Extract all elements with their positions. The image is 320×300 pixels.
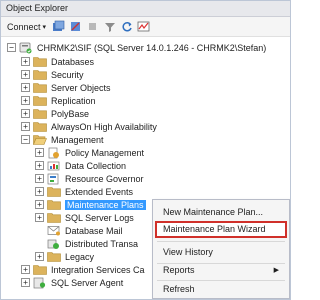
tree-label: Security [51, 69, 84, 80]
refresh-icon[interactable] [119, 19, 134, 34]
connect-button[interactable]: Connect ▾ [5, 21, 48, 33]
tree-node-sql-server-agent[interactable]: + SQL Server Agent [21, 276, 123, 289]
disconnect-icon[interactable] [68, 19, 83, 34]
folder-icon [33, 121, 47, 133]
menu-item-maintenance-plan-wizard[interactable]: Maintenance Plan Wizard [155, 221, 287, 238]
tree-label: Maintenance Plans [65, 199, 146, 210]
connect-label: Connect [7, 21, 41, 32]
tree-label: AlwaysOn High Availability [51, 121, 157, 132]
distributed-transaction-icon [47, 238, 61, 250]
toolbar: Connect ▾ [1, 17, 290, 37]
tree-label: Management [51, 134, 104, 145]
object-explorer-window: Object Explorer Connect ▾ − CHRMK2\SIF (… [0, 0, 291, 300]
tree-label: Policy Management [65, 147, 145, 158]
folder-icon [33, 264, 47, 276]
expand-toggle[interactable]: + [21, 278, 30, 287]
expand-toggle[interactable]: + [21, 57, 30, 66]
submenu-arrow-icon: ▶ [273, 267, 279, 274]
folder-icon [33, 108, 47, 120]
menu-separator [157, 241, 285, 242]
dropdown-arrow-icon: ▾ [42, 23, 47, 31]
tree-label: PolyBase [51, 108, 90, 119]
folder-icon [33, 69, 47, 81]
expand-toggle[interactable]: + [21, 265, 30, 274]
folder-icon [47, 251, 61, 263]
expand-toggle[interactable]: + [35, 252, 44, 261]
tree-label: Distributed Transa [65, 238, 139, 249]
tree-node-databases[interactable]: + Databases [21, 55, 94, 68]
tree-node-extended-events[interactable]: + Extended Events [35, 185, 133, 198]
collapse-toggle[interactable]: − [7, 43, 16, 52]
connect-object-explorer-icon[interactable] [51, 19, 66, 34]
tree-node-maintenance-plans[interactable]: + Maintenance Plans [35, 198, 146, 211]
folder-icon [33, 56, 47, 68]
tree-node-management[interactable]: − Management [21, 133, 104, 146]
tree-label: Replication [51, 95, 96, 106]
expand-toggle[interactable]: + [35, 174, 44, 183]
tree-label: Integration Services Ca [51, 264, 145, 275]
server-icon [19, 42, 33, 54]
folder-open-icon [33, 134, 47, 146]
tree-label: Database Mail [65, 225, 123, 236]
menu-item-view-history[interactable]: View History [155, 244, 287, 261]
tree-node-alwayson[interactable]: + AlwaysOn High Availability [21, 120, 157, 133]
tree-node-data-collection[interactable]: + Data Collection [35, 159, 126, 172]
tree-label: Data Collection [65, 160, 127, 171]
sql-agent-icon [33, 277, 47, 289]
folder-icon [33, 82, 47, 94]
tree-node-replication[interactable]: + Replication [21, 94, 96, 107]
tree-label: SQL Server Agent [51, 277, 124, 288]
expand-toggle[interactable]: + [21, 70, 30, 79]
folder-icon [33, 95, 47, 107]
tree-node-security[interactable]: + Security [21, 68, 84, 81]
menu-item-reports-label: Reports [163, 265, 195, 275]
tree-label: SQL Server Logs [65, 212, 134, 223]
menu-item-new-maintenance-plan[interactable]: New Maintenance Plan... [155, 204, 287, 221]
collapse-toggle[interactable]: − [21, 135, 30, 144]
expand-toggle[interactable]: + [35, 187, 44, 196]
resource-governor-icon [47, 173, 61, 185]
tree-node-sql-server-logs[interactable]: + SQL Server Logs [35, 211, 134, 224]
expand-toggle[interactable]: + [21, 109, 30, 118]
expand-toggle[interactable]: + [35, 161, 44, 170]
filter-icon[interactable] [102, 19, 117, 34]
mail-icon [47, 225, 61, 237]
policy-icon [47, 147, 61, 159]
stop-icon[interactable] [85, 19, 100, 34]
expand-toggle[interactable]: + [35, 200, 44, 209]
folder-icon [47, 186, 61, 198]
expand-toggle[interactable]: + [35, 148, 44, 157]
tree-node-distributed-transactions[interactable]: Distributed Transa [35, 237, 138, 250]
menu-item-reports[interactable]: Reports ▶ [155, 262, 287, 279]
tree-node-polybase[interactable]: + PolyBase [21, 107, 89, 120]
menu-item-refresh[interactable]: Refresh [155, 281, 287, 298]
server-label: CHRMK2\SIF (SQL Server 14.0.1.246 - CHRM… [37, 42, 267, 53]
tree-node-server[interactable]: − CHRMK2\SIF (SQL Server 14.0.1.246 - CH… [7, 41, 266, 54]
tree-node-database-mail[interactable]: Database Mail [35, 224, 123, 237]
expand-toggle[interactable]: + [21, 122, 30, 131]
activity-monitor-icon[interactable] [136, 19, 151, 34]
tree-label: Resource Governor [65, 173, 144, 184]
folder-icon [47, 212, 61, 224]
tree-node-legacy[interactable]: + Legacy [35, 250, 94, 263]
context-menu: New Maintenance Plan... Maintenance Plan… [152, 199, 290, 299]
tree-label: Server Objects [51, 82, 111, 93]
tree-label: Legacy [65, 251, 95, 262]
folder-icon [47, 199, 61, 211]
expand-toggle[interactable]: + [21, 83, 30, 92]
expand-toggle[interactable]: + [21, 96, 30, 105]
data-collection-icon [47, 160, 61, 172]
tree-node-resource-governor[interactable]: + Resource Governor [35, 172, 144, 185]
panel-title: Object Explorer [1, 1, 290, 17]
tree-label: Databases [51, 56, 95, 67]
tree-node-integration-services[interactable]: + Integration Services Ca [21, 263, 145, 276]
tree-node-server-objects[interactable]: + Server Objects [21, 81, 111, 94]
tree-label: Extended Events [65, 186, 134, 197]
tree-node-policy-management[interactable]: + Policy Management [35, 146, 144, 159]
expand-toggle[interactable]: + [35, 213, 44, 222]
